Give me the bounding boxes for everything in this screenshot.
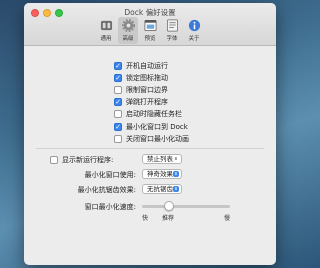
checkbox[interactable]	[114, 62, 122, 70]
option-launch-at-login[interactable]: 开机自动运行	[114, 61, 168, 71]
option-disable-minimize-animation[interactable]: 关闭窗口最小化动画	[114, 134, 189, 144]
option-label: 限制窗口边界	[126, 86, 168, 94]
advanced-pane: 开机自动运行 锁定图标拖动 限制窗口边界 弹跳打开程序 启动时隐藏任务栏 最小化…	[24, 46, 276, 265]
select-value: 神奇效果	[147, 170, 173, 178]
option-bounce-open[interactable]: 弹跳打开程序	[114, 97, 168, 107]
chevron-updown-icon: ⬍	[173, 186, 179, 192]
option-limit-window-bounds[interactable]: 限制窗口边界	[114, 85, 168, 95]
tab-preview-label: 预览	[144, 36, 156, 42]
tab-general[interactable]: 通用	[96, 17, 116, 44]
tab-about-label: 关于	[188, 36, 200, 42]
option-hide-taskbar[interactable]: 启动时隐藏任务栏	[114, 109, 182, 119]
divider	[36, 148, 264, 149]
preferences-window: Dock 偏好设置 通用 高级 预览 字体 关于 ✓ 开机自动运行 ✓ 锁定图标…	[24, 3, 276, 265]
preview-icon	[144, 20, 156, 31]
chevron-updown-icon: ⬍	[174, 156, 178, 161]
switch-icon	[100, 20, 112, 31]
minimize-effect-label: 最小化窗口使用:	[84, 171, 136, 179]
info-icon	[188, 19, 200, 32]
minimize-antialias-label: 最小化抗锯齿效果:	[77, 186, 136, 194]
minimize-effect-select[interactable]: 神奇效果 ⬍	[142, 169, 182, 179]
tab-advanced-label: 高级	[122, 36, 134, 42]
option-label: 弹跳打开程序	[126, 98, 168, 106]
tab-about[interactable]: 关于	[184, 17, 204, 44]
checkbox[interactable]	[114, 98, 122, 106]
checkbox[interactable]	[114, 74, 122, 82]
minimize-antialias-select[interactable]: 无抗锯齿 ⬍	[142, 184, 182, 194]
slider-mid-label: 推荐	[162, 215, 175, 222]
show-new-app-label: 显示新运行程序:	[62, 156, 114, 164]
tab-advanced[interactable]: 高级	[118, 17, 138, 44]
option-label: 启动时隐藏任务栏	[126, 110, 182, 118]
tab-preview[interactable]: 预览	[140, 17, 160, 44]
option-lock-icon-drag[interactable]: 锁定图标拖动	[114, 73, 168, 83]
option-label: 锁定图标拖动	[126, 74, 168, 82]
checkbox[interactable]	[114, 110, 122, 118]
checkbox[interactable]	[114, 123, 122, 131]
minimize-speed-slider-track[interactable]	[142, 205, 230, 208]
tab-font[interactable]: 字体	[162, 17, 182, 44]
font-icon	[166, 19, 178, 32]
tab-font-label: 字体	[166, 36, 178, 42]
option-label: 关闭窗口最小化动画	[126, 135, 189, 143]
option-label: 开机自动运行	[126, 62, 168, 70]
slider-max-label: 慢	[224, 215, 231, 222]
show-new-app-select[interactable]: 禁止列表 ⬍	[142, 154, 182, 164]
checkbox[interactable]	[114, 135, 122, 143]
select-value: 禁止列表	[147, 155, 173, 163]
title-bar: Dock 偏好设置 通用 高级 预览 字体 关于	[24, 3, 276, 46]
checkbox[interactable]	[50, 156, 58, 164]
tab-general-label: 通用	[100, 36, 112, 42]
minimize-speed-slider-knob[interactable]	[164, 201, 174, 211]
slider-min-label: 快	[142, 215, 149, 222]
option-minimize-to-dock[interactable]: 最小化窗口到 Dock	[114, 122, 188, 132]
gear-icon	[121, 19, 135, 32]
show-new-app-toggle[interactable]: 显示新运行程序:	[50, 155, 113, 165]
option-label: 最小化窗口到 Dock	[126, 123, 188, 131]
checkbox[interactable]	[114, 86, 122, 94]
preferences-toolbar: 通用 高级 预览 字体 关于	[24, 17, 276, 44]
chevron-updown-icon: ⬍	[173, 171, 179, 177]
select-value: 无抗锯齿	[147, 185, 173, 193]
minimize-speed-label: 窗口最小化速度:	[84, 203, 136, 211]
